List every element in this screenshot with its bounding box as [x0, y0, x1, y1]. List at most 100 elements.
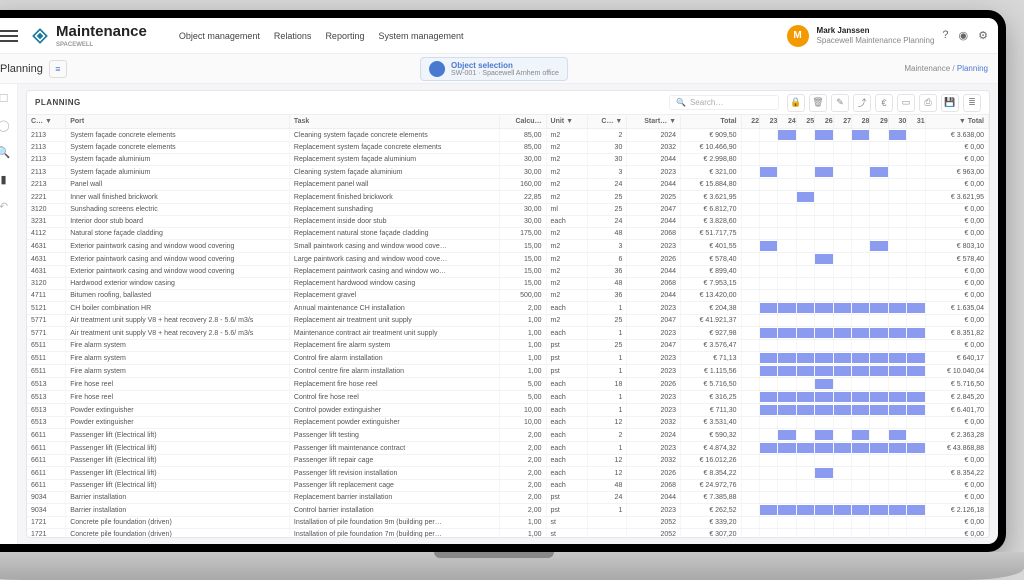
table-row[interactable]: 4711Bitumen roofing, ballastedReplacemen… — [27, 290, 989, 302]
sidebar-planning-icon[interactable]: ▮ — [0, 173, 6, 186]
table-row[interactable]: 4631Exterior paintwork casing and window… — [27, 266, 989, 278]
table-row[interactable]: 9034Barrier installationControl barrier … — [27, 504, 989, 517]
gantt-cell — [759, 378, 777, 391]
table-row[interactable]: 6611Passenger lift (Electrical lift)Pass… — [27, 442, 989, 455]
expand-icon[interactable]: ▭ — [897, 94, 915, 112]
gantt-cell — [888, 429, 906, 442]
col-code[interactable]: C… ▼ — [27, 115, 66, 129]
table-row[interactable]: 3120Hardwood exterior window casingRepla… — [27, 278, 989, 290]
sidebar-search-icon[interactable]: 🔍 — [0, 146, 10, 159]
col-task[interactable]: Task — [289, 115, 500, 129]
settings-icon[interactable]: ⚙ — [978, 29, 988, 42]
gantt-cell — [778, 191, 796, 204]
col-year-31[interactable]: 31 — [907, 115, 925, 129]
watch-icon[interactable]: ◉ — [959, 29, 969, 42]
brand-logo[interactable]: Maintenance SPACEWELL — [30, 23, 147, 48]
col-year-23[interactable]: 23 — [759, 115, 777, 129]
table-row[interactable]: 6513Powder extinguisherReplacement powde… — [27, 417, 989, 429]
object-selection[interactable]: Object selection SW-001 · Spacewell Arnh… — [420, 57, 568, 81]
col-year-24[interactable]: 24 — [778, 115, 796, 129]
col-unit[interactable]: Unit ▼ — [546, 115, 587, 129]
table-row[interactable]: 6511Fire alarm systemReplacement fire al… — [27, 340, 989, 352]
col-c[interactable]: C… ▼ — [587, 115, 626, 129]
search-input[interactable]: 🔍 Search… — [669, 95, 779, 110]
table-row[interactable]: 1721Concrete pile foundation (driven)Ins… — [27, 517, 989, 529]
col-year-26[interactable]: 26 — [815, 115, 833, 129]
col-row-total[interactable]: ▼ Total — [925, 115, 988, 129]
col-start[interactable]: Start… ▼ — [627, 115, 681, 129]
sidebar-undo-icon[interactable]: ↶ — [0, 200, 8, 213]
table-row[interactable]: 4631Exterior paintwork casing and window… — [27, 253, 989, 266]
table-row[interactable]: 6611Passenger lift (Electrical lift)Pass… — [27, 480, 989, 492]
table-row[interactable]: 2213Panel wallReplacement panel wall160,… — [27, 179, 989, 191]
table-row[interactable]: 6611Passenger lift (Electrical lift)Pass… — [27, 455, 989, 467]
cell-task: Passenger lift testing — [289, 429, 500, 442]
table-row[interactable]: 5121CH boiler combination HRAnnual maint… — [27, 302, 989, 315]
table-row[interactable]: 3231Interior door stub boardReplacement … — [27, 216, 989, 228]
table-row[interactable]: 2113System façade aluminiumReplacement s… — [27, 154, 989, 166]
table-row[interactable]: 4112Natural stone façade claddingReplace… — [27, 228, 989, 240]
table-row[interactable]: 2113System façade concrete elementsClean… — [27, 129, 989, 142]
print-icon[interactable]: ⎙ — [919, 94, 937, 112]
cell-task: Replacement gravel — [289, 290, 500, 302]
save-icon[interactable]: 💾 — [941, 94, 959, 112]
breadcrumb-parent[interactable]: Maintenance — [904, 64, 950, 73]
help-icon[interactable]: ? — [942, 29, 948, 42]
col-year-29[interactable]: 29 — [870, 115, 888, 129]
col-total[interactable]: Total — [681, 115, 742, 129]
col-year-25[interactable]: 25 — [796, 115, 814, 129]
list-view-icon[interactable]: ≡ — [49, 60, 67, 78]
nav-relations[interactable]: Relations — [274, 31, 312, 41]
col-year-27[interactable]: 27 — [833, 115, 851, 129]
table-row[interactable]: 2221Inner wall finished brickworkReplace… — [27, 191, 989, 204]
table-row[interactable]: 5771Air treatment unit supply V8 + heat … — [27, 315, 989, 327]
gantt-cell — [888, 365, 906, 378]
sidebar-inbox-icon[interactable]: ☐ — [0, 92, 8, 105]
table-row[interactable]: 6511Fire alarm systemControl fire alarm … — [27, 352, 989, 365]
nav-object-management[interactable]: Object management — [179, 31, 260, 41]
gantt-cell — [815, 166, 833, 179]
table-row[interactable]: 2113System façade concrete elementsRepla… — [27, 142, 989, 154]
table-row[interactable]: 6513Fire hose reelControl fire hose reel… — [27, 391, 989, 404]
table-row[interactable]: 6511Fire alarm systemControl centre fire… — [27, 365, 989, 378]
gantt-cell — [852, 455, 870, 467]
lock-icon[interactable]: 🔒 — [787, 94, 805, 112]
gantt-cell — [852, 391, 870, 404]
gantt-cell — [741, 365, 759, 378]
gantt-cell — [741, 378, 759, 391]
user-avatar[interactable]: M — [787, 25, 809, 47]
columns-icon[interactable]: ≣ — [963, 94, 981, 112]
table-row[interactable]: 6513Fire hose reelReplacement fire hose … — [27, 378, 989, 391]
link-icon[interactable]: ⤴ — [853, 94, 871, 112]
col-port[interactable]: Port — [66, 115, 290, 129]
planning-panel: PLANNING 🔍 Search… 🔒 🗑 ✎ ⤴ € ▭ ⎙ 💾 ≣ — [26, 90, 990, 538]
gantt-cell — [852, 216, 870, 228]
table-row[interactable]: 1721Concrete pile foundation (driven)Ins… — [27, 529, 989, 538]
col-year-30[interactable]: 30 — [888, 115, 906, 129]
table-row[interactable]: 6513Powder extinguisherControl powder ex… — [27, 404, 989, 417]
nav-system-management[interactable]: System management — [378, 31, 463, 41]
gantt-cell — [852, 404, 870, 417]
table-row[interactable]: 5771Air treatment unit supply V8 + heat … — [27, 327, 989, 340]
table-row[interactable]: 2113System façade aluminiumCleaning syst… — [27, 166, 989, 179]
table-row[interactable]: 9034Barrier installationReplacement barr… — [27, 492, 989, 504]
table-row[interactable]: 3120Sunshading screens electricReplaceme… — [27, 204, 989, 216]
menu-toggle-icon[interactable] — [0, 27, 18, 45]
delete-icon[interactable]: 🗑 — [809, 94, 827, 112]
edit-icon[interactable]: ✎ — [831, 94, 849, 112]
col-calc[interactable]: Calcu… — [500, 115, 546, 129]
euro-icon[interactable]: € — [875, 94, 893, 112]
cell-start: 2047 — [627, 204, 681, 216]
nav-reporting[interactable]: Reporting — [325, 31, 364, 41]
cell-task: Replacement paintwork casing and window … — [289, 266, 500, 278]
table-row[interactable]: 4631Exterior paintwork casing and window… — [27, 240, 989, 253]
table-row[interactable]: 6611Passenger lift (Electrical lift)Pass… — [27, 429, 989, 442]
table-row[interactable]: 6611Passenger lift (Electrical lift)Pass… — [27, 467, 989, 480]
col-year-22[interactable]: 22 — [741, 115, 759, 129]
gantt-cell — [870, 365, 888, 378]
col-year-28[interactable]: 28 — [852, 115, 870, 129]
gantt-cell — [852, 417, 870, 429]
sidebar-user-icon[interactable]: ◯ — [0, 119, 10, 132]
gantt-cell — [852, 365, 870, 378]
gantt-cell — [815, 467, 833, 480]
